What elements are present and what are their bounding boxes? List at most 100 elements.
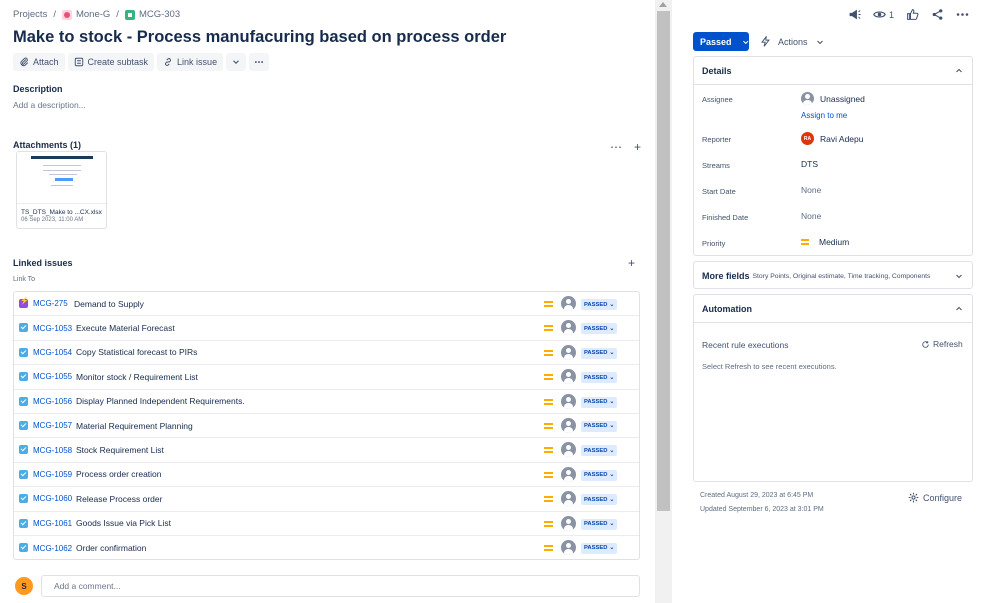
priority-value[interactable]: Medium	[801, 237, 849, 247]
status-badge[interactable]: PASSED ⌄	[581, 445, 618, 457]
status-badge[interactable]: PASSED ⌄	[581, 542, 618, 554]
configure-button[interactable]: Configure	[908, 492, 962, 503]
create-subtask-button[interactable]: Create subtask	[67, 53, 155, 71]
linked-issue-summary[interactable]: Material Requirement Planning	[76, 421, 193, 431]
more-actions-button[interactable]	[249, 53, 270, 71]
breadcrumb-project[interactable]: Mone-G	[61, 9, 110, 20]
linked-issue-row[interactable]: MCG-1053 Execute Material Forecast PASSED ⌄	[14, 316, 639, 341]
assignee-label: Assignee	[702, 95, 733, 104]
assignee-avatar-icon	[561, 417, 576, 433]
finished-date-value[interactable]: None	[801, 211, 821, 221]
details-panel-header[interactable]: Details	[694, 57, 972, 85]
linked-issue-key[interactable]: MCG-1062	[33, 544, 72, 553]
status-badge[interactable]: PASSED ⌄	[581, 323, 618, 335]
actions-button[interactable]: Actions	[760, 32, 824, 51]
linked-issue-key[interactable]: MCG-1058	[33, 446, 72, 455]
linked-issue-key[interactable]: MCG-1054	[33, 348, 72, 357]
feedback-megaphone-icon[interactable]	[848, 8, 861, 21]
assignee-name: Unassigned	[820, 93, 865, 104]
linked-issue-key[interactable]: MCG-1053	[33, 324, 72, 333]
status-transition-button[interactable]: Passed	[693, 32, 749, 51]
status-badge[interactable]: PASSED ⌄	[581, 469, 618, 481]
attachments-add-icon[interactable]: +	[634, 140, 641, 154]
assignee-avatar-icon	[561, 442, 576, 458]
linked-issue-key[interactable]: MCG-275	[33, 299, 68, 308]
status-badge-label: PASSED	[584, 521, 608, 528]
status-badge[interactable]: PASSED ⌄	[581, 372, 618, 384]
linked-issue-key[interactable]: MCG-1060	[33, 494, 72, 503]
updated-timestamp: Updated September 6, 2023 at 3:01 PM	[700, 506, 824, 513]
linked-issue-summary[interactable]: Execute Material Forecast	[76, 323, 175, 333]
gear-icon	[908, 492, 919, 503]
priority-medium-icon	[544, 496, 553, 503]
linked-issue-summary[interactable]: Goods Issue via Pick List	[76, 518, 171, 528]
status-badge[interactable]: PASSED ⌄	[581, 420, 618, 432]
status-badge[interactable]: PASSED ⌄	[581, 396, 618, 408]
task-type-icon	[19, 542, 28, 552]
link-issue-dropdown-button[interactable]	[226, 53, 247, 71]
more-fields-header[interactable]: More fields Story Points, Original estim…	[694, 262, 972, 290]
linked-issue-row[interactable]: MCG-1062 Order confirmation PASSED ⌄	[14, 536, 639, 560]
streams-value[interactable]: DTS	[801, 159, 818, 169]
linked-issue-key[interactable]: MCG-1059	[33, 470, 72, 479]
linked-issue-summary[interactable]: Release Process order	[76, 494, 162, 504]
link-issue-button[interactable]: Link issue	[157, 53, 224, 71]
automation-panel-header[interactable]: Automation	[694, 295, 972, 323]
linked-issues-add-icon[interactable]: +	[628, 256, 635, 270]
reporter-value[interactable]: RA Ravi Adepu	[801, 132, 863, 145]
linked-issue-row[interactable]: MCG-1056 Display Planned Independent Requ…	[14, 390, 639, 414]
linked-issue-summary[interactable]: Display Planned Independent Requirements…	[76, 396, 245, 406]
assignee-value[interactable]: Unassigned	[801, 92, 865, 105]
linked-issue-row[interactable]: MCG-275 Demand to Supply PASSED⌄	[14, 292, 639, 317]
linked-issue-key[interactable]: MCG-1057	[33, 421, 72, 430]
description-placeholder[interactable]: Add a description...	[13, 100, 86, 110]
attach-button[interactable]: Attach	[13, 53, 65, 71]
linked-issue-row[interactable]: MCG-1061 Goods Issue via Pick List PASSED ⌄	[14, 512, 639, 536]
more-horizontal-icon[interactable]	[956, 8, 969, 21]
issue-title[interactable]: Make to stock - Process manufacuring bas…	[13, 28, 506, 47]
share-icon[interactable]	[931, 8, 944, 21]
attachment-card[interactable]: TS_DTS_Make to ...CX.xlsx 06 Sep 2023, 1…	[16, 151, 107, 229]
linked-issue-row[interactable]: MCG-1060 Release Process order PASSED ⌄	[14, 487, 639, 512]
linked-issue-key[interactable]: MCG-1061	[33, 519, 72, 528]
thumbs-up-icon[interactable]	[906, 8, 919, 21]
chevron-down-icon: ⌄	[609, 399, 615, 406]
status-badge[interactable]: PASSED ⌄	[581, 347, 618, 359]
unassigned-avatar-icon	[801, 92, 814, 105]
comment-input[interactable]: Add a comment...	[41, 575, 640, 597]
priority-medium-icon	[544, 520, 553, 527]
linked-issue-row[interactable]: MCG-1059 Process order creation PASSED ⌄	[14, 463, 639, 488]
eye-watch-icon[interactable]	[873, 8, 886, 21]
linked-issue-summary[interactable]: Order confirmation	[76, 543, 146, 553]
start-date-value[interactable]: None	[801, 185, 821, 195]
linked-issue-key[interactable]: MCG-1055	[33, 372, 72, 381]
status-badge[interactable]: PASSED ⌄	[581, 299, 618, 310]
linked-issue-summary[interactable]: Copy Statistical forecast to PIRs	[76, 347, 197, 357]
status-badge[interactable]: PASSED ⌄	[581, 494, 618, 506]
linked-issues-actions: +	[628, 256, 635, 270]
configure-label: Configure	[923, 492, 963, 503]
breadcrumb-issue[interactable]: MCG-303	[124, 9, 180, 20]
linked-issue-row[interactable]: MCG-1054 Copy Statistical forecast to PIR…	[14, 341, 639, 366]
refresh-icon	[922, 340, 929, 348]
scrollbar-thumb[interactable]	[657, 11, 670, 511]
breadcrumb-projects[interactable]: Projects	[13, 9, 47, 20]
status-badge-label: PASSED	[584, 496, 608, 503]
scroll-up-arrow-icon[interactable]	[659, 2, 667, 7]
linked-issue-row[interactable]: MCG-1057 Material Requirement Planning PAS…	[14, 414, 639, 439]
linked-issue-row[interactable]: MCG-1058 Stock Requirement List PASSED ⌄	[14, 438, 639, 463]
linked-issue-summary[interactable]: Stock Requirement List	[76, 445, 164, 455]
priority-medium-icon	[801, 239, 809, 245]
chevron-down-icon: ⌄	[609, 325, 615, 332]
refresh-button[interactable]: Refresh	[921, 339, 963, 349]
recent-rule-executions-label: Recent rule executions	[702, 340, 789, 350]
assign-to-me-link[interactable]: Assign to me	[801, 111, 847, 120]
status-badge-label: PASSED	[584, 350, 608, 357]
status-badge[interactable]: PASSED ⌄	[581, 518, 618, 530]
attachments-more-icon[interactable]: ⋯	[610, 140, 622, 154]
linked-issue-summary[interactable]: Monitor stock / Requirement List	[76, 372, 198, 382]
linked-issue-key[interactable]: MCG-1056	[33, 397, 72, 406]
linked-issue-row[interactable]: MCG-1055 Monitor stock / Requirement List…	[14, 365, 639, 390]
linked-issue-summary[interactable]: Demand to Supply	[74, 299, 144, 309]
linked-issue-summary[interactable]: Process order creation	[76, 469, 162, 479]
